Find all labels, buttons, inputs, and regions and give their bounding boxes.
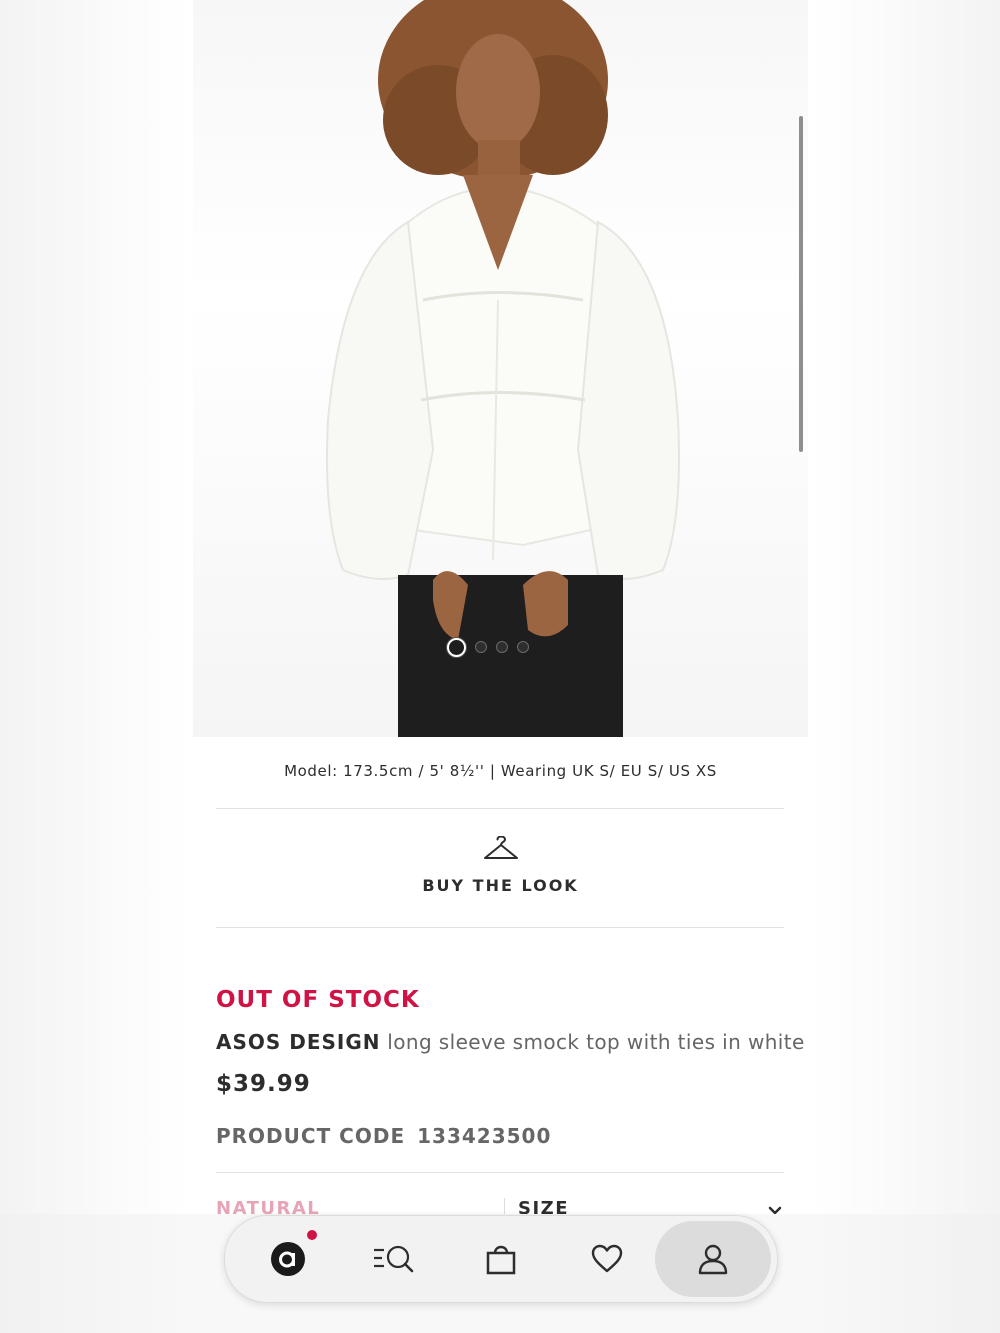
hanger-icon bbox=[483, 836, 518, 859]
product-code-label: PRODUCT CODE bbox=[216, 1124, 406, 1148]
user-icon bbox=[698, 1244, 728, 1275]
search-icon bbox=[374, 1245, 414, 1273]
heart-icon bbox=[591, 1244, 623, 1273]
asos-logo-icon bbox=[271, 1242, 305, 1276]
bag-icon bbox=[486, 1245, 516, 1275]
nav-bag[interactable] bbox=[448, 1216, 554, 1302]
divider bbox=[216, 1172, 784, 1173]
buy-the-look-label: BUY THE LOOK bbox=[422, 876, 579, 895]
divider bbox=[216, 927, 784, 928]
bottom-nav bbox=[224, 1215, 778, 1303]
product-brand: ASOS DESIGN bbox=[216, 1030, 381, 1054]
carousel-dot-4[interactable] bbox=[517, 641, 529, 653]
carousel-dot-1[interactable] bbox=[447, 637, 466, 657]
carousel-dot-3[interactable] bbox=[496, 641, 508, 653]
divider bbox=[216, 808, 784, 809]
nav-search[interactable] bbox=[341, 1216, 447, 1302]
model-photo bbox=[326, 0, 680, 737]
image-scrollbar[interactable] bbox=[799, 116, 803, 452]
product-code-value: 133423500 bbox=[417, 1124, 552, 1148]
nav-home[interactable] bbox=[235, 1216, 341, 1302]
nav-saved[interactable] bbox=[554, 1216, 660, 1302]
buy-the-look-button[interactable]: BUY THE LOOK bbox=[193, 836, 808, 895]
product-price: $39.99 bbox=[216, 1071, 311, 1097]
product-code: PRODUCT CODE 133423500 bbox=[216, 1124, 551, 1148]
model-info: Model: 173.5cm / 5' 8½'' | Wearing UK S/… bbox=[284, 762, 717, 780]
nav-account[interactable] bbox=[655, 1216, 771, 1302]
product-page: Model: 173.5cm / 5' 8½'' | Wearing UK S/… bbox=[193, 0, 808, 1333]
stock-status: OUT OF STOCK bbox=[216, 987, 420, 1013]
product-title: ASOS DESIGN long sleeve smock top with t… bbox=[216, 1030, 805, 1054]
carousel-dot-2[interactable] bbox=[475, 641, 487, 653]
product-image[interactable] bbox=[193, 0, 808, 737]
product-name: long sleeve smock top with ties in white bbox=[387, 1030, 805, 1054]
carousel-dots bbox=[447, 637, 529, 657]
notification-badge bbox=[307, 1230, 317, 1240]
